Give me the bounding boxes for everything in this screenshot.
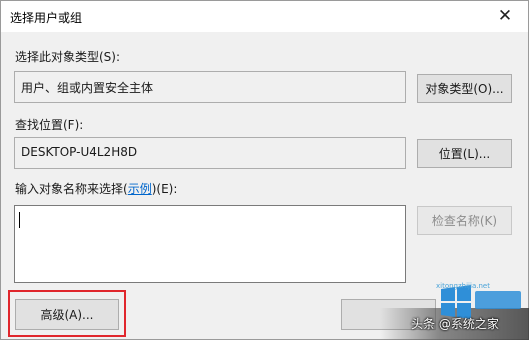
object-types-button[interactable]: 对象类型(O)... bbox=[417, 74, 512, 103]
watermark-logo-icon bbox=[441, 285, 521, 319]
highlight-box bbox=[8, 290, 126, 337]
close-button[interactable]: ✕ bbox=[488, 4, 522, 28]
check-names-button[interactable]: 检查名称(K) bbox=[417, 206, 512, 235]
title-bar: 选择用户或组 ✕ bbox=[1, 1, 528, 32]
location-field: DESKTOP-U4L2H8D bbox=[14, 137, 406, 169]
object-names-input[interactable] bbox=[14, 205, 406, 283]
object-type-field: 用户、组或内置安全主体 bbox=[14, 71, 406, 103]
locations-button[interactable]: 位置(L)... bbox=[417, 139, 512, 168]
location-label: 查找位置(F): bbox=[15, 118, 84, 132]
dialog-title: 选择用户或组 bbox=[10, 11, 83, 25]
examples-link[interactable]: 示例 bbox=[128, 182, 152, 196]
text-caret bbox=[19, 212, 20, 228]
object-type-label: 选择此对象类型(S): bbox=[15, 50, 121, 64]
close-icon: ✕ bbox=[497, 6, 513, 26]
object-names-label-prefix: 输入对象名称来选择( bbox=[15, 182, 128, 196]
object-names-label: 输入对象名称来选择(示例)(E): bbox=[15, 180, 177, 197]
watermark-brand-url: xitongzhijia.net bbox=[436, 282, 490, 290]
object-names-label-suffix: )(E): bbox=[151, 182, 178, 196]
watermark-caption: 头条 @系统之家 bbox=[411, 317, 499, 331]
